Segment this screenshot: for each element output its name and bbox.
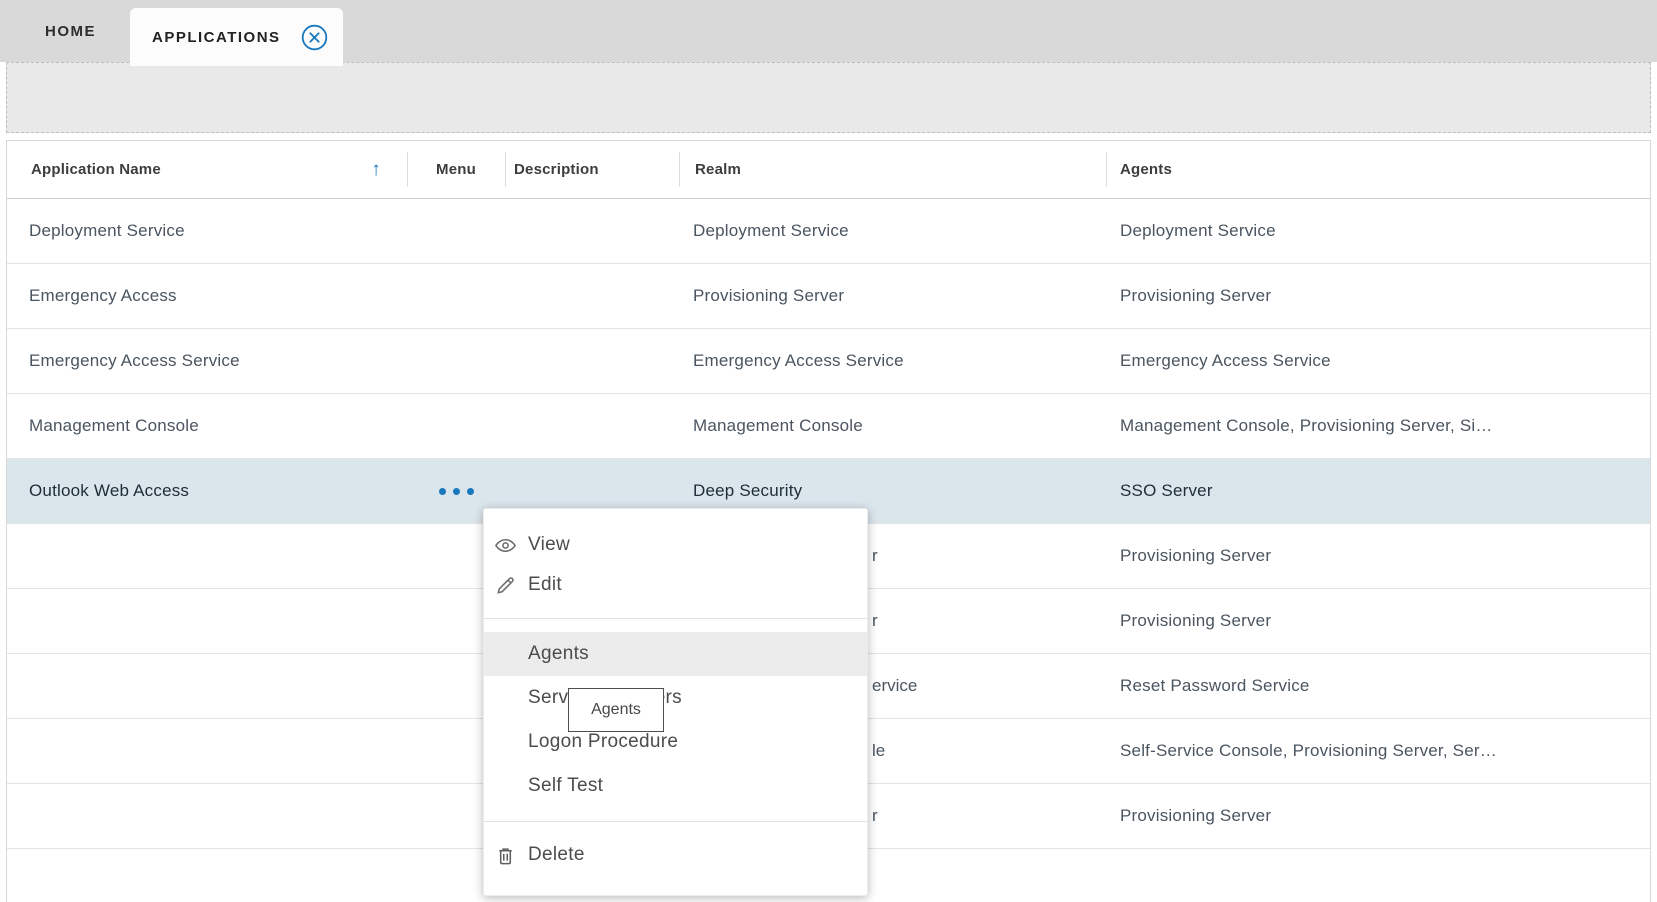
realm-text-fragment: r <box>872 784 878 848</box>
pencil-icon <box>494 574 517 597</box>
cell-application-name <box>7 719 407 783</box>
menu-item-self-test[interactable]: Self Test <box>484 764 867 808</box>
menu-item-service-providers[interactable]: Service Providers <box>484 676 867 720</box>
cell-agents: Provisioning Server <box>1106 524 1650 588</box>
cell-application-name <box>7 784 407 848</box>
realm-text-fragment: ervice <box>872 654 917 718</box>
realm-text-fragment: r <box>872 589 878 653</box>
column-header-label: Application Name <box>31 161 161 178</box>
cell-application-name <box>7 654 407 718</box>
menu-item-label: Edit <box>528 574 562 596</box>
menu-item-edit[interactable]: Edit <box>484 565 867 605</box>
cell-description <box>505 264 679 328</box>
cell-application-name: Emergency Access <box>7 264 407 328</box>
cell-description <box>505 199 679 263</box>
tab-applications[interactable]: APPLICATIONS <box>130 8 343 66</box>
tab-home[interactable]: HOME <box>20 0 121 62</box>
cell-realm: Emergency Access Service <box>679 329 1106 393</box>
cell-agents: Provisioning Server <box>1106 264 1650 328</box>
menu-item-label: Delete <box>528 844 585 866</box>
menu-item-delete[interactable]: Delete <box>484 835 867 875</box>
column-header-agents[interactable]: Agents <box>1106 141 1650 198</box>
cell-agents: Provisioning Server <box>1106 784 1650 848</box>
cell-agents: SSO Server <box>1106 459 1650 523</box>
realm-text-fragment: le <box>872 719 885 783</box>
cell-agents: Emergency Access Service <box>1106 329 1650 393</box>
close-circle-icon <box>301 24 328 51</box>
cell-menu <box>407 394 505 458</box>
table-row[interactable]: Emergency Access Provisioning Server Pro… <box>7 264 1650 329</box>
column-header-application-name[interactable]: Application Name ↑ <box>7 141 407 198</box>
menu-item-view[interactable]: View <box>484 525 867 565</box>
cell-application-name: Management Console <box>7 394 407 458</box>
realm-text-fragment: r <box>872 524 878 588</box>
cell-agents: Reset Password Service <box>1106 654 1650 718</box>
table-row[interactable]: Emergency Access Service Emergency Acces… <box>7 329 1650 394</box>
menu-item-agents[interactable]: Agents <box>484 632 867 676</box>
cell-description <box>505 394 679 458</box>
cell-realm: Provisioning Server <box>679 264 1106 328</box>
eye-icon <box>494 534 517 557</box>
cell-agents: Deployment Service <box>1106 199 1650 263</box>
row-ellipsis-menu-button[interactable] <box>435 482 478 501</box>
column-header-menu[interactable]: Menu <box>407 141 505 198</box>
cell-application-name <box>7 589 407 653</box>
ellipsis-dot-icon <box>453 488 460 495</box>
table-header-row: Application Name ↑ Menu Description Real… <box>7 141 1650 199</box>
menu-item-label: View <box>528 534 570 556</box>
table-row[interactable]: Deployment Service Deployment Service De… <box>7 199 1650 264</box>
cell-agents: Provisioning Server <box>1106 589 1650 653</box>
cell-menu <box>407 264 505 328</box>
trash-icon <box>494 844 517 867</box>
cell-application-name: Outlook Web Access <box>7 459 407 523</box>
cell-application-name <box>7 524 407 588</box>
table-row[interactable]: Management Console Management Console Ma… <box>7 394 1650 459</box>
column-header-realm[interactable]: Realm <box>679 141 1106 198</box>
sort-ascending-icon[interactable]: ↑ <box>371 159 381 181</box>
cell-realm: Management Console <box>679 394 1106 458</box>
cell-description <box>505 329 679 393</box>
menu-divider <box>484 821 867 822</box>
cell-agents: Self-Service Console, Provisioning Serve… <box>1106 719 1650 783</box>
ellipsis-dot-icon <box>439 488 446 495</box>
toolbar-dropzone <box>6 62 1651 133</box>
menu-item-logon-procedure[interactable]: Logon Procedure <box>484 720 867 764</box>
column-header-description[interactable]: Description <box>505 141 679 198</box>
cell-menu <box>407 199 505 263</box>
tab-close-button[interactable] <box>301 24 328 51</box>
context-menu: View Edit Agents Service Providers Logon… <box>483 508 868 896</box>
cell-application-name: Emergency Access Service <box>7 329 407 393</box>
ellipsis-dot-icon <box>467 488 474 495</box>
cell-menu <box>407 329 505 393</box>
agents-tooltip: Agents <box>568 688 664 732</box>
cell-application-name: Deployment Service <box>7 199 407 263</box>
cell-agents: Management Console, Provisioning Server,… <box>1106 394 1650 458</box>
tab-applications-label: APPLICATIONS <box>152 29 281 46</box>
tab-bar: HOME APPLICATIONS <box>0 0 1657 62</box>
cell-realm: Deployment Service <box>679 199 1106 263</box>
menu-divider <box>484 618 867 619</box>
